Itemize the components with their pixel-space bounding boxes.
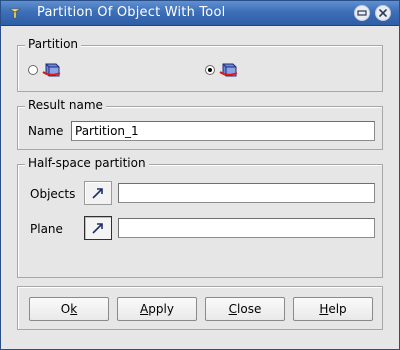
objects-select-button[interactable] [84, 181, 112, 205]
partition-group: Partition [17, 37, 383, 92]
close-button[interactable]: Close [205, 297, 285, 321]
result-name-group: Result name Name [17, 98, 383, 150]
half-space-partition-group: Half-space partition Objects Plane [17, 156, 383, 278]
window-title: Partition Of Object With Tool [37, 5, 226, 20]
close-mnemonic: C [228, 302, 238, 316]
objects-input[interactable] [118, 183, 375, 203]
help-label-suffix: elp [328, 302, 347, 316]
help-button[interactable]: Help [293, 297, 373, 321]
partition-radio-1[interactable] [28, 65, 38, 75]
select-arrow-icon [92, 188, 103, 199]
ok-mnemonic: k [70, 302, 78, 316]
minimize-icon [357, 10, 367, 16]
close-label-suffix: lose [237, 302, 262, 316]
partition-shape-icon [40, 61, 62, 79]
ok-button[interactable]: Ok [29, 297, 109, 321]
plane-label: Plane [30, 222, 63, 236]
objects-label: Objects [30, 187, 76, 201]
half-space-legend: Half-space partition [25, 156, 149, 170]
plane-select-button[interactable] [84, 216, 112, 240]
title-bar[interactable]: Partition Of Object With Tool [1, 1, 399, 26]
radio-selected-dot [208, 68, 212, 72]
plane-input[interactable] [118, 218, 375, 238]
partition-radio-2[interactable] [205, 65, 215, 75]
partition-legend: Partition [25, 37, 82, 51]
select-arrow-icon [92, 223, 103, 234]
result-name-legend: Result name [25, 98, 106, 112]
minimize-button[interactable] [354, 5, 370, 21]
ok-label-prefix: O [60, 302, 71, 316]
close-icon [379, 9, 387, 17]
name-input[interactable] [71, 121, 375, 141]
app-menu-icon[interactable] [7, 5, 23, 21]
name-label: Name [28, 124, 64, 138]
partition-plane-shape-icon [217, 61, 239, 79]
apply-button[interactable]: Apply [117, 297, 197, 321]
dialog-window: Partition Of Object With Tool Partition [0, 0, 400, 350]
apply-label-suffix: pply [148, 302, 174, 316]
help-mnemonic: H [319, 302, 329, 316]
close-window-button[interactable] [375, 5, 391, 21]
